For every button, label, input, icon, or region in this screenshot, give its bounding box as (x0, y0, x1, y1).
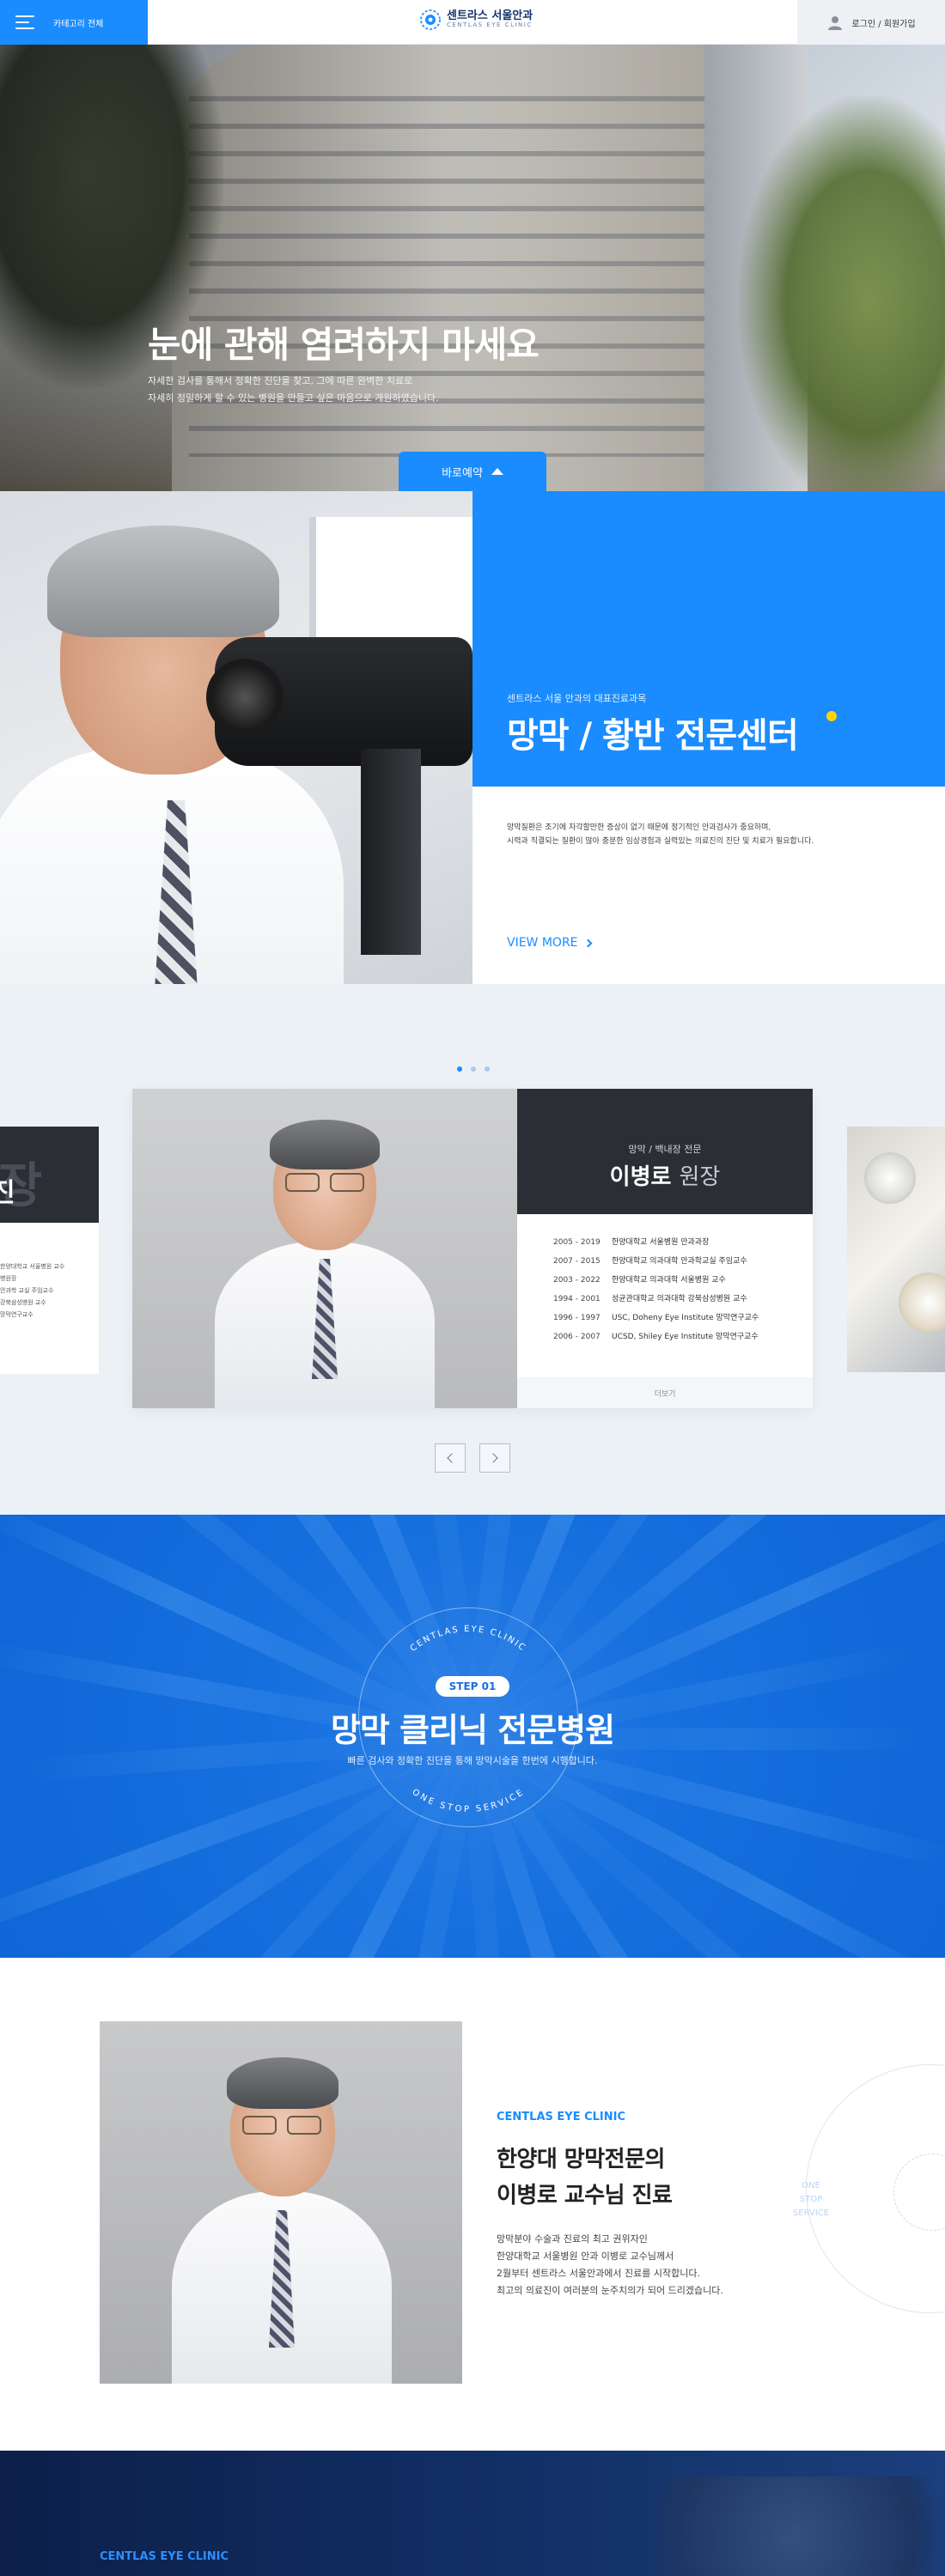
logo-text-en: CENTLAS EYE CLINIC (447, 21, 533, 29)
slider-prev-button[interactable] (435, 1443, 466, 1473)
next-doctor-card[interactable] (847, 1127, 945, 1372)
doctor-career-list: 2005 - 2019 한양대학교 서울병원 안과과장 2007 - 2015 한양… (517, 1218, 813, 1346)
login-signup-button[interactable]: 로그인 / 회원가입 (797, 0, 945, 45)
retina-center-subtitle: 센트라스 서울 안과의 대표진료과목 (507, 693, 647, 704)
login-signup-label: 로그인 / 회원가입 (851, 19, 916, 29)
dark-section-eyebrow: CENTLAS EYE CLINIC (100, 2550, 229, 2563)
step-01-section: CENTLAS EYE CLINIC ONE STOP SERVICE STEP… (0, 1515, 945, 1958)
one-stop-deco-text: ONE STOP SERVICE (792, 2181, 830, 2218)
view-more-link[interactable]: VIEW MORE (507, 936, 592, 950)
career-row: 2007 - 2015 한양대학교 의과대학 안과학교실 주임교수 (553, 1257, 747, 1266)
prev-doctor-card[interactable]: 원장 진 한양대학교 서울병원 교수 병원장 안과학 교실 주임교수 강북삼성병… (0, 1127, 99, 1374)
svg-text:CENTLAS EYE CLINIC: CENTLAS EYE CLINIC (409, 1625, 528, 1654)
slider-dot-2[interactable] (471, 1066, 476, 1072)
retina-center-description: 망막질환은 조기에 자각할만한 증상이 없기 때문에 정기적인 안과검사가 중요… (507, 823, 814, 846)
slider-arrows (435, 1443, 510, 1473)
professor-portrait (100, 2021, 462, 2384)
doctor-specialty: 망막 / 백내장 전문 (628, 1144, 702, 1155)
retina-center-heading-panel: 센트라스 서울 안과의 대표진료과목 망막 / 황반 전문센터 (472, 491, 945, 787)
retina-center-title: 망막 / 황반 전문센터 (507, 716, 799, 756)
logo-mark-icon (420, 9, 441, 30)
slider-dot-3[interactable] (485, 1066, 490, 1072)
slider-next-button[interactable] (479, 1443, 510, 1473)
hero-description: 자세한 검사를 통해서 정확한 진단을 찾고, 그에 따른 완벽한 치료로 자세… (148, 375, 439, 404)
retina-center-body: 망막질환은 조기에 자각할만한 증상이 없기 때문에 정기적인 안과검사가 중요… (472, 787, 945, 984)
logo-text-kr: 센트라스 서울안과 (447, 9, 533, 22)
hamburger-icon (15, 15, 34, 29)
doctor-name: 이병로 원장 (609, 1164, 721, 1190)
doctor-more-button[interactable]: 더보기 (517, 1377, 813, 1408)
site-logo[interactable]: 센트라스 서울안과 CENTLAS EYE CLINIC (419, 9, 533, 31)
doctor-card-header: 망막 / 백내장 전문 이병로 원장 (517, 1089, 813, 1214)
professor-eyebrow: CENTLAS EYE CLINIC (497, 2111, 626, 2123)
dark-feature-section: CENTLAS EYE CLINIC (0, 2451, 945, 2576)
professor-description: 망막분야 수술과 진료의 최고 권위자인 한양대학교 서울병원 안과 이병로 교… (497, 2233, 723, 2296)
career-row: 2003 - 2022 한양대학교 의과대학 서울병원 교수 (553, 1276, 726, 1285)
doctor-microscope-photo (0, 491, 472, 984)
dark-section-image (653, 2476, 936, 2576)
arrow-right-icon (488, 1453, 498, 1463)
career-row: 2006 - 2007 UCSD, Shiley Eye Institute 망막… (553, 1333, 759, 1341)
slider-dot-1[interactable] (457, 1066, 462, 1072)
step-description: 빠른 검사와 정확한 진단을 통해 망막시술을 한번에 시행합니다. (347, 1755, 598, 1766)
highlight-dot (826, 711, 837, 721)
professor-section: CENTLAS EYE CLINIC 한양대 망막전문의 이병로 교수님 진료 … (0, 1958, 945, 2451)
quick-booking-button[interactable]: 바로예약 (399, 452, 546, 491)
caret-up-icon (491, 468, 503, 475)
retina-center-section: 센트라스 서울 안과의 대표진료과목 망막 / 황반 전문센터 망막질환은 조기… (0, 491, 945, 984)
hero-title: 눈에 관해 염려하지 마세요 (148, 324, 540, 366)
doctor-portrait (132, 1089, 517, 1408)
site-header: 카테고리 전체 센트라스 서울안과 CENTLAS EYE CLINIC 로그인… (0, 0, 945, 45)
svg-text:ONE STOP SERVICE: ONE STOP SERVICE (411, 1788, 527, 1814)
professor-title: 한양대 망막전문의 이병로 교수님 진료 (497, 2147, 673, 2208)
doctors-slider-section: 원장 진 한양대학교 서울병원 교수 병원장 안과학 교실 주임교수 강북삼성병… (0, 984, 945, 1515)
career-row: 2005 - 2019 한양대학교 서울병원 안과과장 (553, 1238, 710, 1247)
step-title: 망막 클리닉 전문병원 (330, 1711, 615, 1749)
category-menu-label: 카테고리 전체 (53, 19, 104, 29)
quick-booking-label: 바로예약 (442, 466, 483, 480)
prev-doctor-career: 한양대학교 서울병원 교수 병원장 안과학 교실 주임교수 강북삼성병원 교수 … (0, 1263, 65, 1318)
hero-banner: 눈에 관해 염려하지 마세요 자세한 검사를 통해서 정확한 진단을 찾고, 그… (0, 45, 945, 491)
step-badge: STEP 01 (436, 1676, 509, 1697)
career-row: 1996 - 1997 USC, Doheny Eye Institute 망막연… (553, 1314, 759, 1322)
doctor-card: 망막 / 백내장 전문 이병로 원장 2005 - 2019 한양대학교 서울병원… (132, 1089, 813, 1408)
chevron-right-icon (583, 939, 592, 947)
user-icon (828, 16, 843, 30)
arrow-left-icon (447, 1453, 457, 1463)
slider-pagination (457, 1066, 490, 1072)
career-row: 1994 - 2001 성균관대학교 의과대학 강북삼성병원 교수 (553, 1295, 747, 1303)
category-menu-button[interactable]: 카테고리 전체 (0, 0, 148, 45)
